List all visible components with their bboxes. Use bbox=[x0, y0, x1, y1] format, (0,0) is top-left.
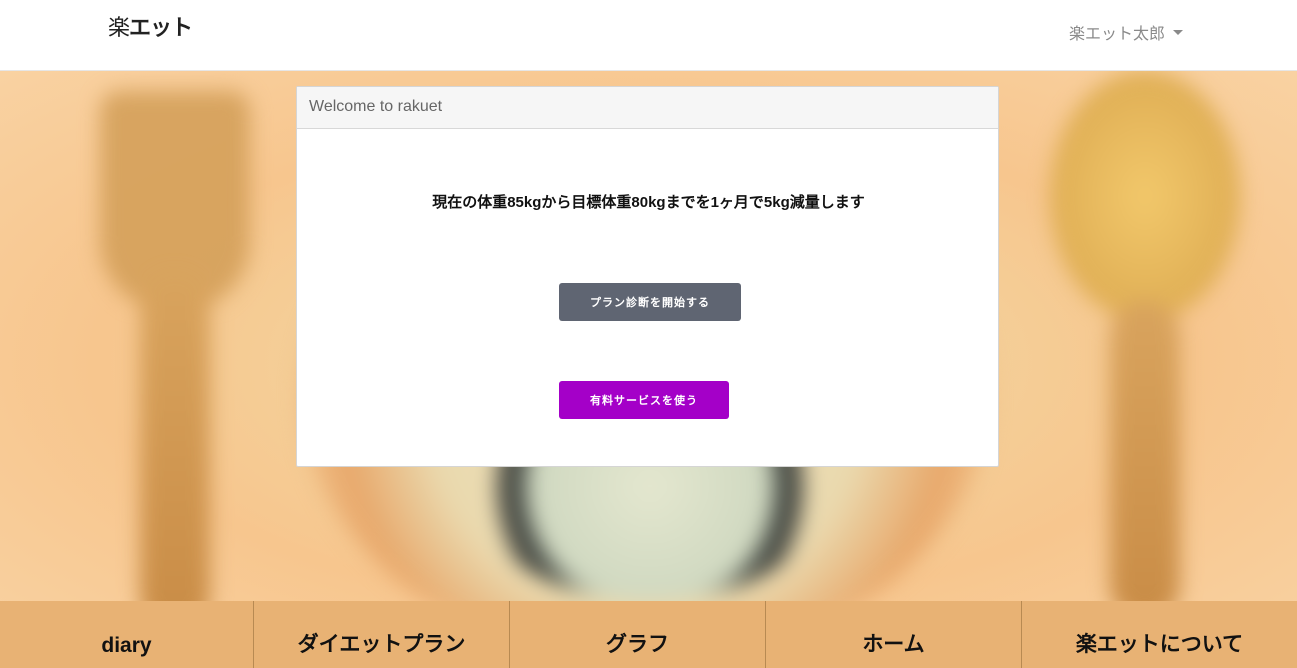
spoon-handle-shape bbox=[1110, 301, 1180, 601]
nav-item-graph[interactable]: グラフ bbox=[510, 601, 766, 668]
brand-logo-katakana: エット bbox=[129, 16, 193, 41]
top-navbar: 楽エット 楽エット太郎 bbox=[0, 0, 1297, 71]
user-name: 楽エット太郎 bbox=[1068, 26, 1165, 43]
spoon-head-shape bbox=[1050, 71, 1240, 321]
brand-logo-kanji: 楽 bbox=[108, 16, 130, 41]
welcome-card: Welcome to rakuet 現在の体重85kgから目標体重80kgまでを… bbox=[296, 86, 999, 467]
bottom-nav: diary ダイエットプラン グラフ ホーム 楽エットについて bbox=[0, 601, 1297, 668]
nav-item-diet-plan[interactable]: ダイエットプラン bbox=[254, 601, 510, 668]
caret-down-icon bbox=[1173, 29, 1183, 35]
nav-item-home[interactable]: ホーム bbox=[766, 601, 1022, 668]
start-plan-diagnosis-button[interactable]: プラン診断を開始する bbox=[559, 283, 741, 321]
card-header: Welcome to rakuet bbox=[297, 87, 998, 129]
nav-item-diary[interactable]: diary bbox=[0, 601, 254, 668]
brand-logo[interactable]: 楽エット bbox=[108, 10, 193, 42]
fork-handle-shape bbox=[140, 271, 210, 601]
use-paid-service-button[interactable]: 有料サービスを使う bbox=[559, 381, 729, 419]
goal-text: 現在の体重85kgから目標体重80kgまでを1ヶ月で5kg減量します bbox=[432, 194, 865, 211]
nav-item-about[interactable]: 楽エットについて bbox=[1022, 601, 1297, 668]
user-dropdown[interactable]: 楽エット太郎 bbox=[1069, 20, 1183, 44]
